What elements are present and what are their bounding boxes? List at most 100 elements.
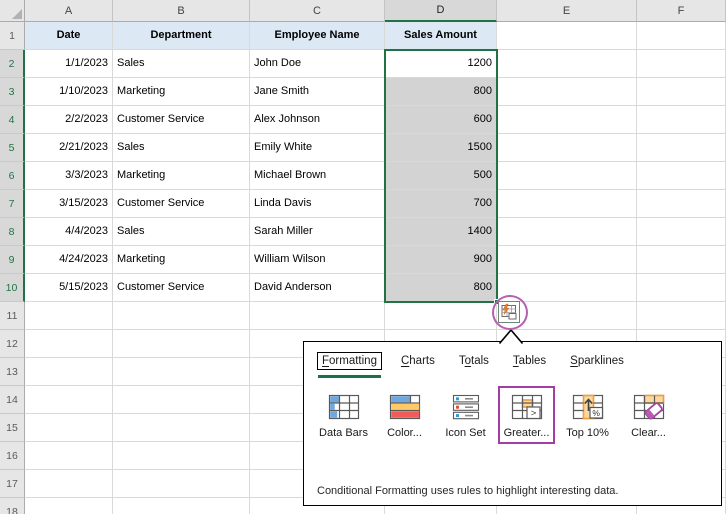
row-header-2[interactable]: 2: [0, 50, 25, 78]
select-all-corner[interactable]: [0, 0, 25, 22]
qa-item-greater[interactable]: >Greater...: [498, 386, 555, 444]
cell-F1[interactable]: [637, 22, 726, 50]
row-header-12[interactable]: 12: [0, 330, 25, 358]
column-header-C[interactable]: C: [250, 0, 385, 22]
cell-A14[interactable]: [25, 386, 113, 414]
cell-B14[interactable]: [113, 386, 250, 414]
tab-totals[interactable]: Totals: [454, 352, 494, 370]
cell-A7[interactable]: 3/15/2023: [25, 190, 113, 218]
qa-item-icon-set[interactable]: Icon Set: [437, 386, 494, 444]
tab-tables[interactable]: Tables: [508, 352, 551, 370]
cell-E4[interactable]: [497, 106, 637, 134]
cell-E10[interactable]: [497, 274, 637, 302]
tab-formatting[interactable]: Formatting: [317, 352, 382, 370]
cell-B11[interactable]: [113, 302, 250, 330]
cell-C8[interactable]: Sarah Miller: [250, 218, 385, 246]
row-header-15[interactable]: 15: [0, 414, 25, 442]
row-header-11[interactable]: 11: [0, 302, 25, 330]
column-header-B[interactable]: B: [113, 0, 250, 22]
row-header-1[interactable]: 1: [0, 22, 25, 50]
cell-A11[interactable]: [25, 302, 113, 330]
row-header-17[interactable]: 17: [0, 470, 25, 498]
cell-E8[interactable]: [497, 218, 637, 246]
qa-item-color[interactable]: Color...: [376, 386, 433, 444]
cell-E9[interactable]: [497, 246, 637, 274]
cell-F5[interactable]: [637, 134, 726, 162]
cell-E6[interactable]: [497, 162, 637, 190]
cell-A9[interactable]: 4/24/2023: [25, 246, 113, 274]
cell-D4[interactable]: 600: [385, 106, 497, 134]
row-header-18[interactable]: 18: [0, 498, 25, 514]
cell-B3[interactable]: Marketing: [113, 78, 250, 106]
column-header-A[interactable]: A: [25, 0, 113, 22]
cell-F8[interactable]: [637, 218, 726, 246]
row-header-14[interactable]: 14: [0, 386, 25, 414]
cell-D3[interactable]: 800: [385, 78, 497, 106]
row-header-5[interactable]: 5: [0, 134, 25, 162]
cell-E5[interactable]: [497, 134, 637, 162]
cell-A13[interactable]: [25, 358, 113, 386]
cell-A17[interactable]: [25, 470, 113, 498]
row-header-3[interactable]: 3: [0, 78, 25, 106]
cell-A8[interactable]: 4/4/2023: [25, 218, 113, 246]
cell-D6[interactable]: 500: [385, 162, 497, 190]
cell-C11[interactable]: [250, 302, 385, 330]
qa-item-clear[interactable]: Clear...: [620, 386, 677, 444]
cell-B5[interactable]: Sales: [113, 134, 250, 162]
cell-C10[interactable]: David Anderson: [250, 274, 385, 302]
cell-C9[interactable]: William Wilson: [250, 246, 385, 274]
quick-analysis-button[interactable]: [498, 301, 520, 323]
cell-E1[interactable]: [497, 22, 637, 50]
cell-B17[interactable]: [113, 470, 250, 498]
column-header-D[interactable]: D: [385, 0, 497, 22]
cell-C1[interactable]: Employee Name: [250, 22, 385, 50]
cell-B16[interactable]: [113, 442, 250, 470]
cell-B8[interactable]: Sales: [113, 218, 250, 246]
cell-F4[interactable]: [637, 106, 726, 134]
cell-C2[interactable]: John Doe: [250, 50, 385, 78]
cell-E3[interactable]: [497, 78, 637, 106]
cell-F2[interactable]: [637, 50, 726, 78]
cell-D9[interactable]: 900: [385, 246, 497, 274]
cell-F6[interactable]: [637, 162, 726, 190]
cell-A12[interactable]: [25, 330, 113, 358]
cell-C3[interactable]: Jane Smith: [250, 78, 385, 106]
cell-A10[interactable]: 5/15/2023: [25, 274, 113, 302]
row-header-4[interactable]: 4: [0, 106, 25, 134]
cell-E7[interactable]: [497, 190, 637, 218]
row-header-16[interactable]: 16: [0, 442, 25, 470]
cell-D5[interactable]: 1500: [385, 134, 497, 162]
cell-D2[interactable]: 1200: [385, 50, 497, 78]
cell-B2[interactable]: Sales: [113, 50, 250, 78]
cell-A6[interactable]: 3/3/2023: [25, 162, 113, 190]
cell-B4[interactable]: Customer Service: [113, 106, 250, 134]
cell-A5[interactable]: 2/21/2023: [25, 134, 113, 162]
cell-A2[interactable]: 1/1/2023: [25, 50, 113, 78]
cell-D8[interactable]: 1400: [385, 218, 497, 246]
qa-item-data-bars[interactable]: Data Bars: [315, 386, 372, 444]
cell-F3[interactable]: [637, 78, 726, 106]
cell-D7[interactable]: 700: [385, 190, 497, 218]
row-header-8[interactable]: 8: [0, 218, 25, 246]
row-header-13[interactable]: 13: [0, 358, 25, 386]
cell-A18[interactable]: [25, 498, 113, 514]
cell-F9[interactable]: [637, 246, 726, 274]
cell-C5[interactable]: Emily White: [250, 134, 385, 162]
cell-B10[interactable]: Customer Service: [113, 274, 250, 302]
cell-C7[interactable]: Linda Davis: [250, 190, 385, 218]
cell-B12[interactable]: [113, 330, 250, 358]
cell-B6[interactable]: Marketing: [113, 162, 250, 190]
cell-A15[interactable]: [25, 414, 113, 442]
row-header-9[interactable]: 9: [0, 246, 25, 274]
row-header-7[interactable]: 7: [0, 190, 25, 218]
cell-D10[interactable]: 800: [385, 274, 497, 302]
row-header-10[interactable]: 10: [0, 274, 25, 302]
cell-F10[interactable]: [637, 274, 726, 302]
cell-E2[interactable]: [497, 50, 637, 78]
cell-C6[interactable]: Michael Brown: [250, 162, 385, 190]
cell-C4[interactable]: Alex Johnson: [250, 106, 385, 134]
cell-A1[interactable]: Date: [25, 22, 113, 50]
qa-item-top-10%[interactable]: %Top 10%: [559, 386, 616, 444]
cell-F7[interactable]: [637, 190, 726, 218]
cell-B1[interactable]: Department: [113, 22, 250, 50]
